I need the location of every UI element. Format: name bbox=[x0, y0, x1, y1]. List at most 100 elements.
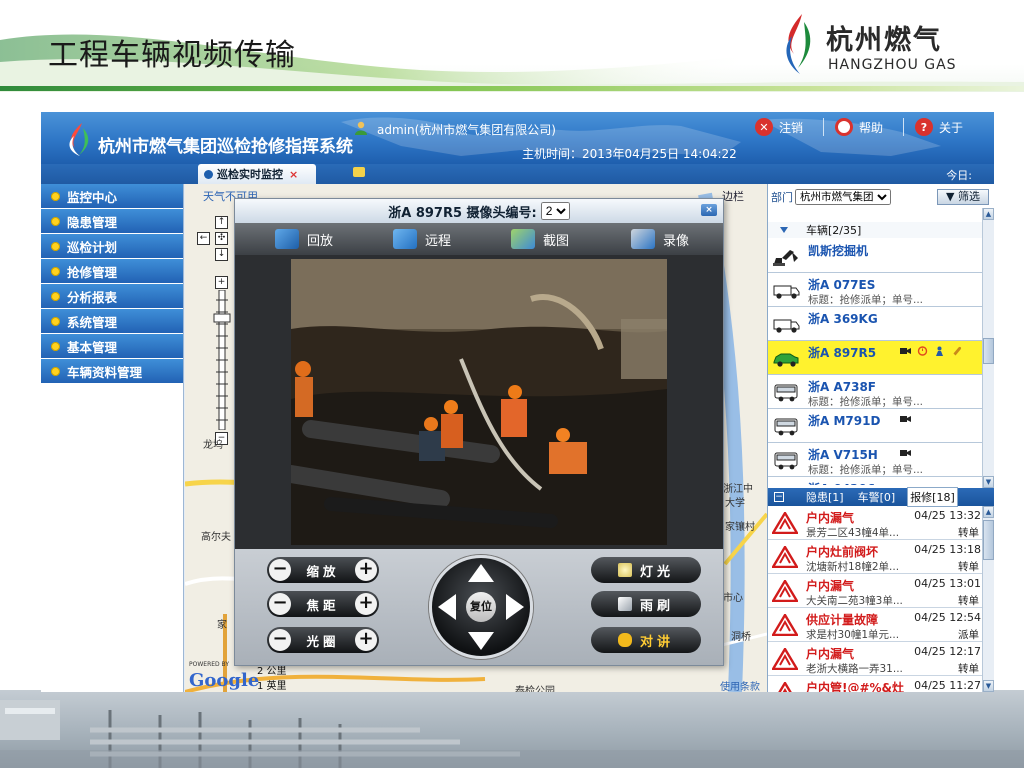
dialog-title-bar[interactable]: 浙A 897R5 摄像头编号: 2 × bbox=[235, 199, 723, 223]
logo-en-text: HANGZHOU GAS bbox=[828, 57, 957, 73]
clip-icon[interactable] bbox=[951, 345, 962, 359]
sidebar-item-reports[interactable]: 分析报表 bbox=[41, 284, 183, 309]
dialog-title: 浙A 897R5 摄像头编号: bbox=[388, 205, 537, 221]
logout-button[interactable]: ✕ 注销 bbox=[755, 116, 803, 138]
tab-vehicle-alarm[interactable]: 车警[0] bbox=[856, 488, 898, 506]
alarm-row[interactable]: 户内管!@#%&灶 04/25 11:27 bbox=[768, 676, 983, 692]
app-title: 杭州市燃气集团巡检抢修指挥系统 bbox=[98, 137, 353, 157]
talk-button[interactable]: 对讲 bbox=[591, 627, 701, 653]
vehicle-group-header[interactable]: 车辆[2/35] bbox=[768, 222, 983, 238]
zoom-plus-button[interactable]: + bbox=[355, 559, 377, 581]
vehicle-name: 浙A A738F bbox=[808, 380, 876, 394]
focus-minus-button[interactable]: − bbox=[269, 593, 291, 615]
warning-icon bbox=[772, 512, 798, 534]
zoom-slider[interactable] bbox=[213, 290, 231, 430]
header-rule bbox=[0, 86, 1024, 91]
tab-hazard[interactable]: 隐患[1] bbox=[804, 488, 846, 506]
ptz-right-icon[interactable] bbox=[506, 594, 524, 620]
alarm-desc: 大关南二苑3幢3单... bbox=[806, 595, 903, 607]
light-button[interactable]: 灯光 bbox=[591, 557, 701, 583]
clock-icon[interactable] bbox=[917, 345, 928, 359]
vehicle-row[interactable]: 浙A 369KG bbox=[768, 307, 983, 341]
dialog-close-button[interactable]: × bbox=[701, 204, 717, 216]
camera-icon[interactable] bbox=[900, 447, 911, 461]
scroll-down-icon[interactable]: ▼ bbox=[983, 680, 994, 692]
tab-realtime-monitor[interactable]: 巡检实时监控 × bbox=[198, 164, 316, 184]
vehicle-name: 浙A 897R5 bbox=[808, 346, 877, 360]
border-toggle-button[interactable]: 边栏 bbox=[722, 188, 744, 204]
camera-icon[interactable] bbox=[900, 413, 911, 427]
tab-close-icon[interactable]: × bbox=[289, 168, 298, 181]
iris-minus-button[interactable]: − bbox=[269, 629, 291, 651]
about-button[interactable]: ? 关于 bbox=[915, 116, 963, 138]
filter-button[interactable]: ▼ 筛选 bbox=[937, 189, 989, 205]
sidebar-item-hazard[interactable]: 隐患管理 bbox=[41, 209, 183, 234]
record-icon bbox=[631, 229, 655, 249]
pan-down-icon[interactable]: ↓ bbox=[215, 248, 228, 261]
alarm-desc: 沈塘新村18幢2单... bbox=[806, 561, 900, 573]
alarm-row[interactable]: 户内灶前阀坏 04/25 13:18 沈塘新村18幢2单... 转单 bbox=[768, 540, 983, 574]
vehicle-row[interactable]: 浙A 897R5 bbox=[768, 341, 983, 375]
vehicle-row[interactable]: 浙A V715H 标题：抢修派单；单号... bbox=[768, 443, 983, 477]
camera-select[interactable]: 2 bbox=[540, 202, 570, 220]
dept-select[interactable]: 杭州市燃气集团 bbox=[795, 189, 891, 205]
vehicle-subtitle: 标题：抢修派单；单号... bbox=[808, 464, 924, 476]
record-button[interactable]: 录像 bbox=[631, 229, 689, 249]
terms-link[interactable]: 使用条款 bbox=[720, 678, 760, 692]
vehicle-row[interactable]: 浙A 077ES 标题：抢修派单；单号... bbox=[768, 273, 983, 307]
dept-label: 部门 bbox=[771, 191, 793, 204]
collapse-icon[interactable]: − bbox=[774, 492, 784, 502]
vehicle-row[interactable]: 浙A M791D bbox=[768, 409, 983, 443]
current-user: admin(杭州市燃气集团有限公司) bbox=[377, 123, 556, 137]
scroll-up-icon[interactable]: ▲ bbox=[983, 208, 994, 220]
filter-label: 筛选 bbox=[957, 190, 980, 203]
alarm-row[interactable]: 供应计量故障 04/25 12:54 求是村30幢1单元... 派单 bbox=[768, 608, 983, 642]
remote-icon bbox=[393, 229, 417, 249]
sidebar-item-repair[interactable]: 抢修管理 bbox=[41, 259, 183, 284]
vehicle-row[interactable]: 凯斯挖掘机 bbox=[768, 239, 983, 273]
ptz-reset-button[interactable]: 复位 bbox=[466, 592, 496, 622]
wiper-button[interactable]: 雨刷 bbox=[591, 591, 701, 617]
alarm-scrollbar[interactable]: ▲ ▼ bbox=[982, 506, 994, 692]
ptz-up-icon[interactable] bbox=[468, 564, 494, 582]
vehicle-scrollbar[interactable]: ▲ ▼ bbox=[982, 208, 994, 488]
vehicle-row[interactable]: 浙A A738F 标题：抢修派单；单号... bbox=[768, 375, 983, 409]
focus-plus-button[interactable]: + bbox=[355, 593, 377, 615]
bullet-icon bbox=[51, 366, 60, 376]
scroll-down-icon[interactable]: ▼ bbox=[983, 476, 994, 488]
video-toolbar: 回放 远程 截图 录像 bbox=[235, 223, 723, 255]
pan-center-icon[interactable]: ✣ bbox=[215, 232, 228, 245]
alarm-desc: 老浙大横路一弄31... bbox=[806, 663, 903, 675]
alarm-row[interactable]: 户内漏气 04/25 13:32 景芳二区43幢4单... 转单 bbox=[768, 506, 983, 540]
zoom-minus-button[interactable]: − bbox=[269, 559, 291, 581]
pan-up-icon[interactable]: ↑ bbox=[215, 216, 228, 229]
alarm-row[interactable]: 户内漏气 04/25 13:01 大关南二苑3幢3单... 转单 bbox=[768, 574, 983, 608]
scroll-thumb[interactable] bbox=[983, 520, 994, 560]
camera-video-feed[interactable] bbox=[291, 259, 667, 545]
sidebar-item-system[interactable]: 系统管理 bbox=[41, 309, 183, 334]
scroll-up-icon[interactable]: ▲ bbox=[983, 506, 994, 518]
message-icon[interactable] bbox=[353, 167, 365, 177]
person-icon[interactable] bbox=[934, 345, 945, 359]
scroll-thumb[interactable] bbox=[983, 338, 994, 364]
camera-icon[interactable] bbox=[900, 345, 911, 359]
ptz-down-icon[interactable] bbox=[468, 632, 494, 650]
help-button[interactable]: 帮助 bbox=[835, 116, 883, 138]
remote-button[interactable]: 远程 bbox=[393, 229, 451, 249]
zoom-in-icon[interactable]: + bbox=[215, 276, 228, 289]
pan-left-icon[interactable]: ← bbox=[197, 232, 210, 245]
alarm-status: 转单 bbox=[958, 595, 979, 607]
vehicle-status-icons bbox=[900, 447, 911, 461]
tab-repair[interactable]: 报修[18] bbox=[907, 487, 958, 507]
playback-button[interactable]: 回放 bbox=[275, 229, 333, 249]
alarm-row[interactable]: 户内漏气 04/25 12:17 老浙大横路一弄31... 转单 bbox=[768, 642, 983, 676]
map-label-jia: 家 bbox=[217, 620, 227, 631]
sidebar-item-patrol-plan[interactable]: 巡检计划 bbox=[41, 234, 183, 259]
vehicle-row[interactable]: 浙A 04206 bbox=[768, 477, 983, 485]
sidebar-item-basic[interactable]: 基本管理 bbox=[41, 334, 183, 359]
iris-plus-button[interactable]: + bbox=[355, 629, 377, 651]
capture-button[interactable]: 截图 bbox=[511, 229, 569, 249]
sidebar-item-vehicle-data[interactable]: 车辆资料管理 bbox=[41, 359, 183, 384]
sidebar-item-monitor-center[interactable]: 监控中心 bbox=[41, 184, 183, 209]
ptz-left-icon[interactable] bbox=[438, 594, 456, 620]
